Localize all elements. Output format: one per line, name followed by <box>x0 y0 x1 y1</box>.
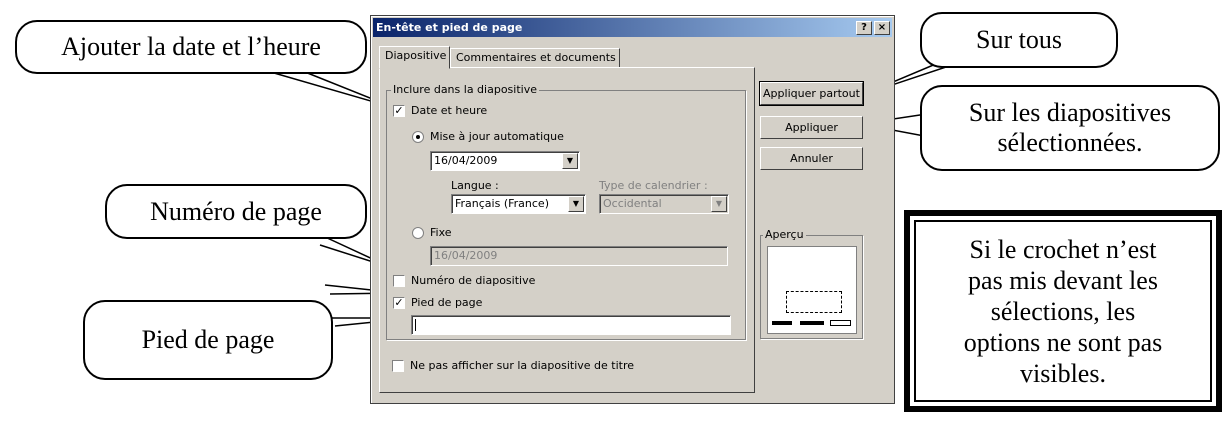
callout-footer: Pied de page <box>83 300 333 380</box>
slide-number-checkbox[interactable] <box>393 275 405 287</box>
footer-label[interactable]: Pied de page <box>411 296 482 309</box>
dialog-title: En-tête et pied de page <box>376 21 523 34</box>
callout-apply-all: Sur tous <box>920 12 1118 68</box>
auto-update-label[interactable]: Mise à jour automatique <box>430 130 564 143</box>
preview-footer-mark <box>800 321 824 325</box>
date-time-checkbox[interactable]: ✓ <box>393 105 405 117</box>
auto-date-select[interactable]: 16/04/2009 ▼ <box>430 151 580 171</box>
chevron-down-icon[interactable]: ▼ <box>562 153 578 169</box>
header-footer-dialog: En-tête et pied de page ? × Diapositive … <box>370 15 895 404</box>
preview-placeholder <box>786 291 842 313</box>
fixed-date-field: 16/04/2009 <box>430 246 728 266</box>
callout-apply-selected-line-2: sélectionnées. <box>997 128 1143 157</box>
help-button[interactable]: ? <box>856 21 872 35</box>
callout-date-time-text: Ajouter la date et l’heure <box>61 32 321 62</box>
preview-number-mark <box>830 320 851 326</box>
callout-apply-selected: Sur les diapositives sélectionnées. <box>920 85 1220 171</box>
callout-apply-selected-line-1: Sur les diapositives <box>968 98 1172 128</box>
language-value: Français (France) <box>455 197 549 210</box>
fixed-date-value: 16/04/2009 <box>434 249 498 262</box>
note-line-5: visibles. <box>1020 358 1106 388</box>
text-cursor <box>415 319 416 331</box>
footer-input[interactable] <box>411 315 731 335</box>
tab-notes-handouts[interactable]: Commentaires et documents <box>450 48 620 68</box>
date-time-label[interactable]: Date et heure <box>411 104 487 117</box>
hide-on-title-label[interactable]: Ne pas afficher sur la diapositive de ti… <box>410 359 634 372</box>
chevron-down-icon[interactable]: ▼ <box>568 196 584 212</box>
note-line-4: options ne sont pas <box>963 327 1163 357</box>
slide-preview <box>767 246 857 334</box>
chevron-down-icon: ▼ <box>711 196 727 212</box>
note-line-2: pas mis devant les <box>968 265 1158 295</box>
dialog-titlebar[interactable]: En-tête et pied de page ? × <box>373 18 892 37</box>
fixed-radio[interactable] <box>412 227 424 239</box>
callout-apply-all-text: Sur tous <box>976 25 1062 55</box>
calendar-label: Type de calendrier : <box>599 179 708 192</box>
fixed-label[interactable]: Fixe <box>430 226 452 239</box>
calendar-select: Occidental ▼ <box>599 194 729 214</box>
include-group-label: Inclure dans la diapositive <box>391 83 539 96</box>
calendar-value: Occidental <box>603 197 662 210</box>
auto-update-radio[interactable] <box>412 131 424 143</box>
auto-date-value: 16/04/2009 <box>434 154 498 167</box>
callout-date-time: Ajouter la date et l’heure <box>15 20 367 74</box>
preview-label: Aperçu <box>763 228 806 241</box>
note-box: Si le crochet n’est pas mis devant les s… <box>904 210 1222 412</box>
tab-panel-slide: Inclure dans la diapositive ✓ Date et he… <box>379 67 755 393</box>
footer-checkbox[interactable]: ✓ <box>393 297 405 309</box>
callout-page-number: Numéro de page <box>105 184 367 239</box>
slide-number-label[interactable]: Numéro de diapositive <box>411 274 535 287</box>
preview-group: Aperçu <box>760 228 863 339</box>
language-select[interactable]: Français (France) ▼ <box>451 194 586 214</box>
close-button[interactable]: × <box>874 21 890 35</box>
hide-on-title-checkbox[interactable] <box>392 360 404 372</box>
tab-slide[interactable]: Diapositive <box>379 46 450 69</box>
language-label: Langue : <box>451 179 499 192</box>
preview-date-mark <box>772 321 792 325</box>
apply-button[interactable]: Appliquer <box>760 116 863 139</box>
apply-all-button[interactable]: Appliquer partout <box>759 81 864 106</box>
cancel-button[interactable]: Annuler <box>760 147 863 170</box>
note-line-1: Si le crochet n’est <box>969 234 1157 264</box>
note-line-3: sélections, les <box>990 296 1136 326</box>
callout-footer-text: Pied de page <box>141 325 275 355</box>
callout-page-number-text: Numéro de page <box>150 196 322 226</box>
include-group: Inclure dans la diapositive ✓ Date et he… <box>386 83 746 340</box>
